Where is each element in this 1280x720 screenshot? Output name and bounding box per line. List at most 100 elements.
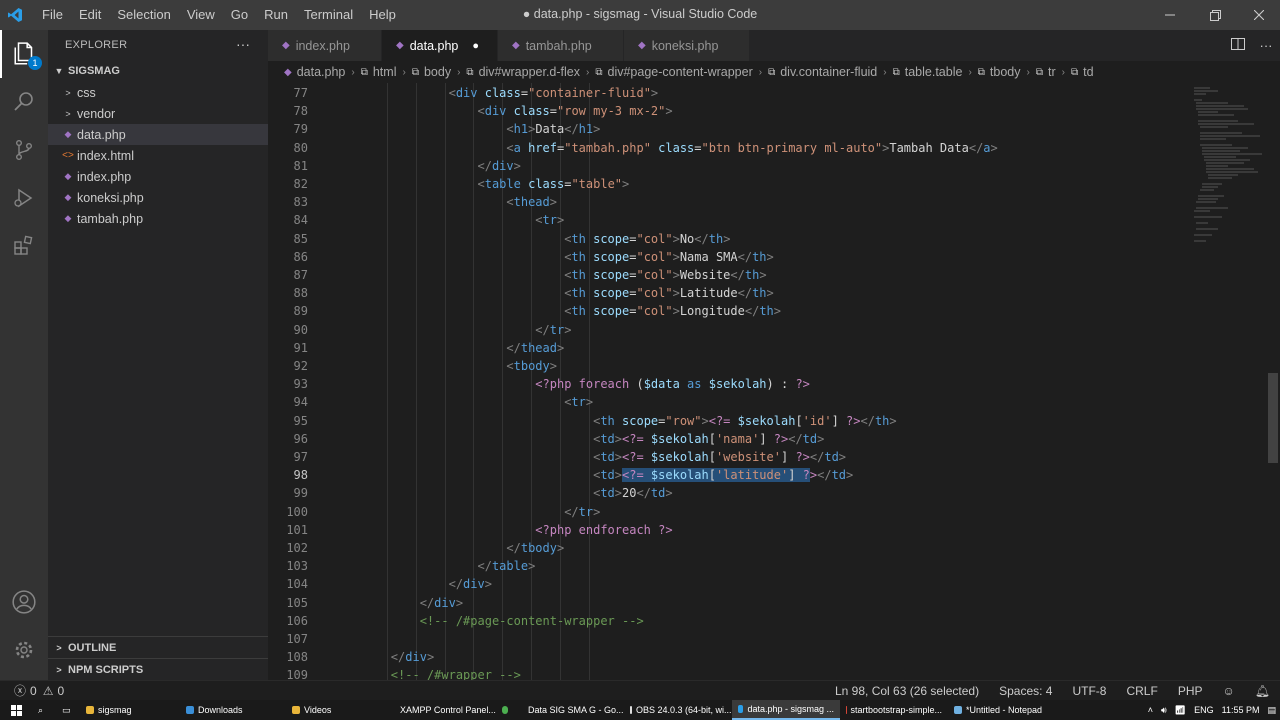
taskbar-app-browser[interactable]: Data SIG SMA G - Go... [518, 700, 624, 720]
code-line[interactable]: 106 <!-- /#page-content-wrapper --> [268, 612, 1188, 630]
tray-chevron-up-icon[interactable]: ˄ [1144, 705, 1157, 715]
windows-start-icon[interactable] [0, 700, 32, 720]
code-line[interactable]: 84 <tr> [268, 211, 1188, 229]
source-control-icon[interactable] [0, 126, 48, 174]
breadcrumb-item[interactable]: ⧉ body [412, 65, 451, 79]
folder-vendor[interactable]: > vendor [48, 103, 268, 124]
breadcrumb-item[interactable]: ⧉ tr [1036, 65, 1056, 79]
code-line[interactable]: 96 <td><?= $sekolah['nama'] ?></td> [268, 430, 1188, 448]
code-line[interactable]: 79 <h1>Data</h1> [268, 120, 1188, 138]
code-line[interactable]: 85 <th scope="col">No</th> [268, 230, 1188, 248]
restore-button[interactable] [1193, 0, 1237, 30]
split-editor-icon[interactable] [1224, 37, 1252, 54]
unsaved-dot-icon[interactable]: ● [466, 40, 485, 52]
project-folder-header[interactable]: ▼ SIGSMAG [48, 60, 268, 82]
code-line[interactable]: 93 <?php foreach ($data as $sekolah) : ?… [268, 375, 1188, 393]
line-ending[interactable]: CRLF [1116, 684, 1167, 698]
cursor-position[interactable]: Ln 98, Col 63 (26 selected) [825, 684, 989, 698]
code-line[interactable]: 108 </div> [268, 648, 1188, 666]
language-mode[interactable]: PHP [1168, 684, 1213, 698]
code-line[interactable]: 91 </thead> [268, 339, 1188, 357]
menu-run[interactable]: Run [256, 0, 296, 30]
account-icon[interactable] [0, 578, 48, 626]
taskbar-app-xampp[interactable]: XAMPP Control Panel... [390, 700, 496, 720]
code-line[interactable]: 90 </tr> [268, 321, 1188, 339]
code-line[interactable]: 81 </div> [268, 157, 1188, 175]
taskbar-app-obs[interactable]: OBS 24.0.3 (64-bit, wi... [624, 700, 732, 720]
code-line[interactable]: 83 <thead> [268, 193, 1188, 211]
input-language[interactable]: ENG [1190, 705, 1218, 715]
encoding[interactable]: UTF-8 [1062, 684, 1116, 698]
more-actions-icon[interactable]: ··· [1252, 38, 1280, 53]
action-center-icon[interactable]: ▤ [1263, 705, 1280, 716]
taskbar-app-chrome-icon[interactable] [496, 700, 518, 720]
minimize-button[interactable] [1148, 0, 1192, 30]
taskbar-app-videos[interactable]: Videos [286, 700, 390, 720]
code-line[interactable]: 77 <div class="container-fluid"> [268, 84, 1188, 102]
file-data-php[interactable]: ◆ data.php [48, 124, 268, 145]
code-line[interactable]: 102 </tbody> [268, 539, 1188, 557]
notifications-bell-icon[interactable]: 🔔︎ [1245, 684, 1280, 698]
scrollbar-thumb[interactable] [1268, 373, 1278, 463]
task-view-icon[interactable]: ▭ [56, 700, 80, 720]
outline-section-header[interactable]: > OUTLINE [48, 636, 268, 658]
code-line[interactable]: 94 <tr> [268, 393, 1188, 411]
clock[interactable]: 11:55 PM [1218, 705, 1264, 715]
taskbar-app-downloads[interactable]: Downloads [180, 700, 286, 720]
code-line[interactable]: 86 <th scope="col">Nama SMA</th> [268, 248, 1188, 266]
more-actions-icon[interactable]: ··· [236, 36, 250, 52]
code-line[interactable]: 80 <a href="tambah.php" class="btn btn-p… [268, 139, 1188, 157]
taskbar-app-sigsmag[interactable]: sigsmag [80, 700, 180, 720]
code-line[interactable]: 99 <td>20</td> [268, 484, 1188, 502]
taskbar-app-notepad[interactable]: *Untitled - Notepad [948, 700, 1052, 720]
breadcrumb-item[interactable]: ⧉ html [361, 65, 397, 79]
code-line[interactable]: 105 </div> [268, 594, 1188, 612]
problems-indicator[interactable]: ⓧ 0 ⚠ 0 [0, 682, 64, 699]
code-line[interactable]: 87 <th scope="col">Website</th> [268, 266, 1188, 284]
code-line[interactable]: 95 <th scope="row"><?= $sekolah['id'] ?>… [268, 412, 1188, 430]
feedback-icon[interactable]: ☺ [1213, 684, 1245, 698]
minimap[interactable] [1188, 83, 1268, 680]
code-line[interactable]: 82 <table class="table"> [268, 175, 1188, 193]
code-line[interactable]: 98 <td><?= $sekolah['latitude'] ?></td> [268, 466, 1188, 484]
breadcrumb-item[interactable]: ⧉ div#wrapper.d-flex [466, 65, 580, 79]
menu-go[interactable]: Go [223, 0, 256, 30]
extensions-icon[interactable] [0, 222, 48, 270]
file-koneksi-php[interactable]: ◆ koneksi.php [48, 187, 268, 208]
taskbar-app-vscode[interactable]: data.php - sigsmag ... [732, 700, 840, 720]
volume-icon[interactable]: 🔊︎ [1157, 705, 1171, 716]
menu-view[interactable]: View [179, 0, 223, 30]
menu-terminal[interactable]: Terminal [296, 0, 361, 30]
network-icon[interactable]: 📶︎ [1171, 705, 1190, 716]
tab-index-php[interactable]: ◆ index.php [268, 30, 382, 61]
settings-gear-icon[interactable] [0, 626, 48, 674]
indentation[interactable]: Spaces: 4 [989, 684, 1062, 698]
close-window-button[interactable] [1237, 0, 1280, 30]
tab-koneksi-php[interactable]: ◆ koneksi.php [624, 30, 750, 61]
tab-tambah-php[interactable]: ◆ tambah.php [498, 30, 624, 61]
breadcrumb-item[interactable]: ⧉ table.table [893, 65, 963, 79]
code-editor[interactable]: 77 <div class="container-fluid"> 78 <div … [268, 83, 1188, 680]
menu-selection[interactable]: Selection [109, 0, 178, 30]
code-line[interactable]: 107 [268, 630, 1188, 648]
search-icon[interactable] [0, 78, 48, 126]
menu-file[interactable]: File [34, 0, 71, 30]
code-line[interactable]: 88 <th scope="col">Latitude</th> [268, 284, 1188, 302]
code-line[interactable]: 92 <tbody> [268, 357, 1188, 375]
code-line[interactable]: 104 </div> [268, 575, 1188, 593]
run-debug-icon[interactable] [0, 174, 48, 222]
code-line[interactable]: 100 </tr> [268, 503, 1188, 521]
tab-data-php[interactable]: ◆ data.php ● [382, 30, 498, 61]
breadcrumb-item[interactable]: ◆ data.php [284, 65, 345, 79]
explorer-icon[interactable]: 1 [0, 30, 48, 78]
breadcrumb-item[interactable]: ⧉ div#page-content-wrapper [595, 65, 752, 79]
folder-css[interactable]: > css [48, 82, 268, 103]
breadcrumb-item[interactable]: ⧉ div.container-fluid [768, 65, 877, 79]
taskbar-search-icon[interactable]: ⌕ [32, 700, 56, 720]
file-index-php[interactable]: ◆ index.php [48, 166, 268, 187]
file-tambah-php[interactable]: ◆ tambah.php [48, 208, 268, 229]
code-line[interactable]: 103 </table> [268, 557, 1188, 575]
code-line[interactable]: 109 <!-- /#wrapper --> [268, 666, 1188, 680]
npm-scripts-section-header[interactable]: > NPM SCRIPTS [48, 658, 268, 680]
vertical-scrollbar[interactable] [1266, 83, 1280, 680]
